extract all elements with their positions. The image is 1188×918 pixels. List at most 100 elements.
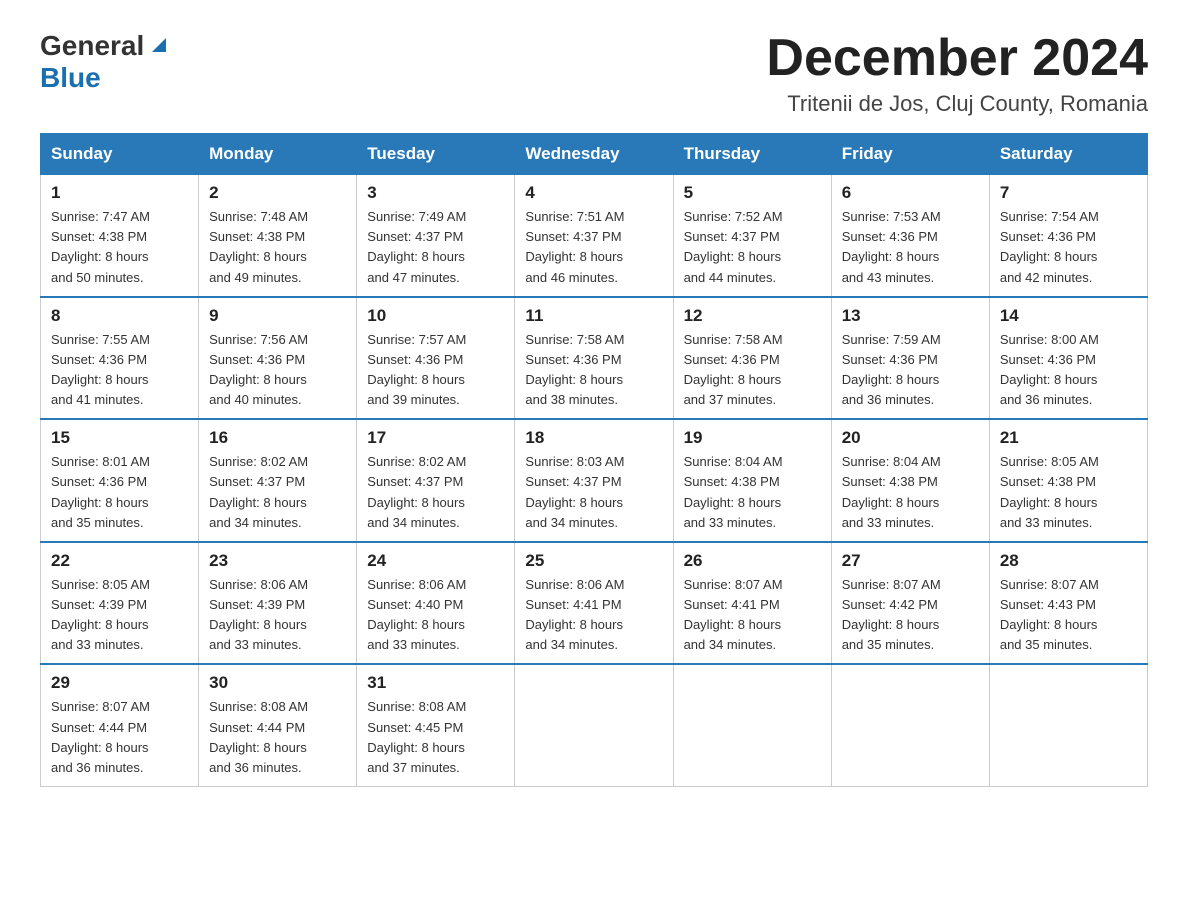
day-number: 28	[1000, 551, 1137, 571]
day-info: Sunrise: 8:07 AMSunset: 4:43 PMDaylight:…	[1000, 575, 1137, 656]
calendar-cell	[673, 664, 831, 786]
day-number: 13	[842, 306, 979, 326]
day-number: 16	[209, 428, 346, 448]
calendar-cell: 31 Sunrise: 8:08 AMSunset: 4:45 PMDayligh…	[357, 664, 515, 786]
weekday-header-tuesday: Tuesday	[357, 134, 515, 175]
logo-blue: Blue	[40, 62, 101, 93]
calendar-cell: 8Sunrise: 7:55 AMSunset: 4:36 PMDaylight…	[41, 297, 199, 420]
day-number: 9	[209, 306, 346, 326]
day-info: Sunrise: 8:00 AMSunset: 4:36 PMDaylight:…	[1000, 330, 1137, 411]
calendar-week-row: 1 Sunrise: 7:47 AMSunset: 4:38 PMDaylight…	[41, 175, 1148, 297]
calendar-cell: 2 Sunrise: 7:48 AMSunset: 4:38 PMDaylight…	[199, 175, 357, 297]
calendar-cell: 11 Sunrise: 7:58 AMSunset: 4:36 PMDayligh…	[515, 297, 673, 420]
day-info: Sunrise: 7:57 AMSunset: 4:36 PMDaylight:…	[367, 330, 504, 411]
logo: General Blue	[40, 30, 170, 94]
title-block: December 2024 Tritenii de Jos, Cluj Coun…	[766, 30, 1148, 117]
calendar-week-row: 15Sunrise: 8:01 AMSunset: 4:36 PMDayligh…	[41, 419, 1148, 542]
calendar-cell: 22 Sunrise: 8:05 AMSunset: 4:39 PMDayligh…	[41, 542, 199, 665]
day-info: Sunrise: 7:54 AMSunset: 4:36 PMDaylight:…	[1000, 207, 1137, 288]
day-info: Sunrise: 8:05 AMSunset: 4:39 PMDaylight:…	[51, 575, 188, 656]
day-number: 19	[684, 428, 821, 448]
day-number: 20	[842, 428, 979, 448]
day-number: 26	[684, 551, 821, 571]
calendar-cell: 7 Sunrise: 7:54 AMSunset: 4:36 PMDaylight…	[989, 175, 1147, 297]
day-info: Sunrise: 7:56 AMSunset: 4:36 PMDaylight:…	[209, 330, 346, 411]
page-header: General Blue December 2024 Tritenii de J…	[40, 30, 1148, 117]
calendar-cell: 20 Sunrise: 8:04 AMSunset: 4:38 PMDayligh…	[831, 419, 989, 542]
calendar-week-row: 29Sunrise: 8:07 AMSunset: 4:44 PMDayligh…	[41, 664, 1148, 786]
calendar-cell: 4 Sunrise: 7:51 AMSunset: 4:37 PMDaylight…	[515, 175, 673, 297]
day-info: Sunrise: 8:02 AMSunset: 4:37 PMDaylight:…	[367, 452, 504, 533]
calendar-cell: 5 Sunrise: 7:52 AMSunset: 4:37 PMDaylight…	[673, 175, 831, 297]
calendar-cell: 21Sunrise: 8:05 AMSunset: 4:38 PMDayligh…	[989, 419, 1147, 542]
day-info: Sunrise: 8:07 AMSunset: 4:41 PMDaylight:…	[684, 575, 821, 656]
weekday-header-thursday: Thursday	[673, 134, 831, 175]
day-number: 14	[1000, 306, 1137, 326]
calendar-cell: 12 Sunrise: 7:58 AMSunset: 4:36 PMDayligh…	[673, 297, 831, 420]
weekday-header-saturday: Saturday	[989, 134, 1147, 175]
calendar-cell: 16 Sunrise: 8:02 AMSunset: 4:37 PMDayligh…	[199, 419, 357, 542]
day-info: Sunrise: 8:05 AMSunset: 4:38 PMDaylight:…	[1000, 452, 1137, 533]
calendar-cell: 13 Sunrise: 7:59 AMSunset: 4:36 PMDayligh…	[831, 297, 989, 420]
calendar-cell: 1 Sunrise: 7:47 AMSunset: 4:38 PMDaylight…	[41, 175, 199, 297]
weekday-header-sunday: Sunday	[41, 134, 199, 175]
day-info: Sunrise: 8:06 AMSunset: 4:40 PMDaylight:…	[367, 575, 504, 656]
calendar-cell: 23 Sunrise: 8:06 AMSunset: 4:39 PMDayligh…	[199, 542, 357, 665]
calendar-cell: 17Sunrise: 8:02 AMSunset: 4:37 PMDayligh…	[357, 419, 515, 542]
calendar-cell: 15Sunrise: 8:01 AMSunset: 4:36 PMDayligh…	[41, 419, 199, 542]
day-number: 11	[525, 306, 662, 326]
calendar-cell: 27 Sunrise: 8:07 AMSunset: 4:42 PMDayligh…	[831, 542, 989, 665]
calendar-cell: 9 Sunrise: 7:56 AMSunset: 4:36 PMDaylight…	[199, 297, 357, 420]
day-number: 1	[51, 183, 188, 203]
calendar-cell: 18 Sunrise: 8:03 AMSunset: 4:37 PMDayligh…	[515, 419, 673, 542]
month-title: December 2024	[766, 30, 1148, 87]
day-number: 7	[1000, 183, 1137, 203]
calendar-cell: 29Sunrise: 8:07 AMSunset: 4:44 PMDayligh…	[41, 664, 199, 786]
day-info: Sunrise: 8:04 AMSunset: 4:38 PMDaylight:…	[842, 452, 979, 533]
day-info: Sunrise: 8:08 AMSunset: 4:44 PMDaylight:…	[209, 697, 346, 778]
calendar-cell: 24Sunrise: 8:06 AMSunset: 4:40 PMDayligh…	[357, 542, 515, 665]
day-number: 4	[525, 183, 662, 203]
calendar-cell: 30 Sunrise: 8:08 AMSunset: 4:44 PMDayligh…	[199, 664, 357, 786]
day-number: 22	[51, 551, 188, 571]
day-info: Sunrise: 7:49 AMSunset: 4:37 PMDaylight:…	[367, 207, 504, 288]
calendar-cell: 19 Sunrise: 8:04 AMSunset: 4:38 PMDayligh…	[673, 419, 831, 542]
logo-triangle-icon	[148, 34, 170, 59]
day-number: 31	[367, 673, 504, 693]
day-info: Sunrise: 8:07 AMSunset: 4:42 PMDaylight:…	[842, 575, 979, 656]
day-info: Sunrise: 8:03 AMSunset: 4:37 PMDaylight:…	[525, 452, 662, 533]
day-info: Sunrise: 7:58 AMSunset: 4:36 PMDaylight:…	[684, 330, 821, 411]
weekday-header-monday: Monday	[199, 134, 357, 175]
weekday-header-friday: Friday	[831, 134, 989, 175]
day-number: 2	[209, 183, 346, 203]
calendar-cell: 10 Sunrise: 7:57 AMSunset: 4:36 PMDayligh…	[357, 297, 515, 420]
day-info: Sunrise: 7:47 AMSunset: 4:38 PMDaylight:…	[51, 207, 188, 288]
calendar-cell	[515, 664, 673, 786]
day-number: 30	[209, 673, 346, 693]
day-info: Sunrise: 7:52 AMSunset: 4:37 PMDaylight:…	[684, 207, 821, 288]
calendar-table: SundayMondayTuesdayWednesdayThursdayFrid…	[40, 133, 1148, 787]
day-number: 23	[209, 551, 346, 571]
day-number: 5	[684, 183, 821, 203]
day-info: Sunrise: 8:08 AMSunset: 4:45 PMDaylight:…	[367, 697, 504, 778]
day-info: Sunrise: 7:58 AMSunset: 4:36 PMDaylight:…	[525, 330, 662, 411]
day-number: 3	[367, 183, 504, 203]
day-info: Sunrise: 8:02 AMSunset: 4:37 PMDaylight:…	[209, 452, 346, 533]
calendar-cell: 14 Sunrise: 8:00 AMSunset: 4:36 PMDayligh…	[989, 297, 1147, 420]
day-info: Sunrise: 7:51 AMSunset: 4:37 PMDaylight:…	[525, 207, 662, 288]
day-number: 10	[367, 306, 504, 326]
calendar-cell: 3 Sunrise: 7:49 AMSunset: 4:37 PMDaylight…	[357, 175, 515, 297]
calendar-week-row: 22 Sunrise: 8:05 AMSunset: 4:39 PMDayligh…	[41, 542, 1148, 665]
logo-general: General	[40, 30, 144, 62]
calendar-cell: 26 Sunrise: 8:07 AMSunset: 4:41 PMDayligh…	[673, 542, 831, 665]
day-number: 12	[684, 306, 821, 326]
calendar-cell	[831, 664, 989, 786]
day-number: 18	[525, 428, 662, 448]
day-info: Sunrise: 7:59 AMSunset: 4:36 PMDaylight:…	[842, 330, 979, 411]
day-info: Sunrise: 7:48 AMSunset: 4:38 PMDaylight:…	[209, 207, 346, 288]
day-info: Sunrise: 8:04 AMSunset: 4:38 PMDaylight:…	[684, 452, 821, 533]
day-info: Sunrise: 8:06 AMSunset: 4:39 PMDaylight:…	[209, 575, 346, 656]
day-number: 27	[842, 551, 979, 571]
calendar-cell	[989, 664, 1147, 786]
location-title: Tritenii de Jos, Cluj County, Romania	[766, 91, 1148, 117]
